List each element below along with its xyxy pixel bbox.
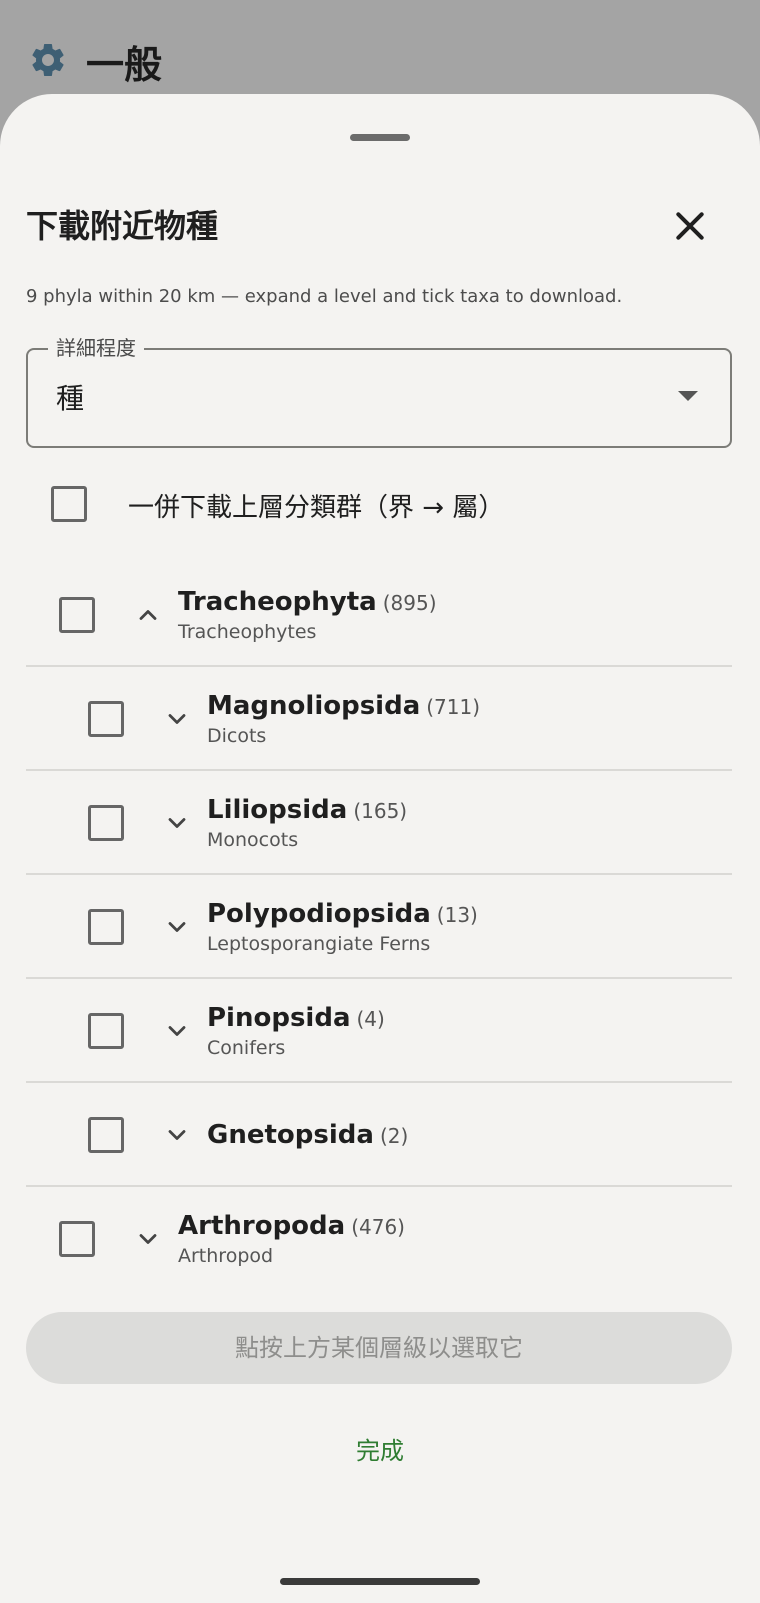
taxon-common-name: Monocots xyxy=(207,828,299,851)
taxon-common-name: Conifers xyxy=(207,1036,286,1059)
sheet-subtitle: 9 phyla within 20 km — expand a level an… xyxy=(26,286,623,307)
taxon-count: (165) xyxy=(353,798,408,823)
taxon-row-magnoliopsida[interactable]: Magnoliopsida (711) Dicots xyxy=(0,667,760,771)
drag-handle[interactable] xyxy=(350,134,410,141)
taxon-count: (895) xyxy=(382,590,437,615)
taxon-count: (4) xyxy=(356,1006,385,1031)
taxon-row-liliopsida[interactable]: Liliopsida (165) Monocots xyxy=(0,771,760,875)
chevron-down-icon[interactable] xyxy=(163,913,191,941)
taxon-scientific-name: Pinopsida xyxy=(207,1002,351,1033)
taxon-checkbox[interactable] xyxy=(59,1221,95,1257)
taxon-common-name: Arthropod xyxy=(178,1244,274,1267)
include-ancestors-checkbox[interactable] xyxy=(51,486,87,522)
sheet-title: 下載附近物種 xyxy=(26,207,219,245)
taxon-count: (711) xyxy=(426,694,481,719)
download-nearby-species-sheet: 下載附近物種 9 phyla within 20 km — expand a l… xyxy=(0,94,760,1603)
taxon-scientific-name: Liliopsida xyxy=(207,794,348,825)
taxon-common-name: Leptosporangiate Ferns xyxy=(207,932,431,955)
taxon-common-name: Tracheophytes xyxy=(178,620,317,643)
chevron-down-icon[interactable] xyxy=(163,1017,191,1045)
done-button[interactable]: 完成 xyxy=(0,1426,760,1476)
chevron-down-icon[interactable] xyxy=(163,705,191,733)
taxon-count: (13) xyxy=(436,902,478,927)
gear-icon xyxy=(32,43,64,76)
taxon-scientific-name: Polypodiopsida xyxy=(207,898,431,929)
detail-level-value: 種 xyxy=(56,382,85,415)
taxon-checkbox[interactable] xyxy=(88,701,124,737)
detail-level-dropdown[interactable]: 詳細程度 種 xyxy=(26,335,732,448)
close-icon[interactable] xyxy=(670,206,710,246)
taxon-row-gnetopsida[interactable]: Gnetopsida (2) xyxy=(0,1083,760,1187)
taxon-scientific-name: Tracheophyta xyxy=(178,586,377,617)
taxon-scientific-name: Magnoliopsida xyxy=(207,690,421,721)
taxon-common-name: Dicots xyxy=(207,724,267,747)
taxon-row-polypodiopsida[interactable]: Polypodiopsida (13) Leptosporangiate Fern… xyxy=(0,875,760,979)
chevron-down-icon[interactable] xyxy=(163,809,191,837)
chevron-down-icon[interactable] xyxy=(163,1121,191,1149)
include-ancestors-label: 一併下載上層分類群（界 → 屬） xyxy=(128,493,505,523)
taxon-checkbox[interactable] xyxy=(59,597,95,633)
taxon-checkbox[interactable] xyxy=(88,909,124,945)
chevron-up-icon[interactable] xyxy=(134,601,162,629)
taxon-row-pinopsida[interactable]: Pinopsida (4) Conifers xyxy=(0,979,760,1083)
taxon-row-tracheophyta[interactable]: Tracheophyta (895) Tracheophytes xyxy=(0,563,760,667)
dropdown-arrow-icon xyxy=(678,391,698,401)
select-level-hint-button[interactable]: 點按上方某個層級以選取它 xyxy=(26,1312,732,1384)
taxon-scientific-name: Arthropoda xyxy=(178,1210,346,1241)
taxon-checkbox[interactable] xyxy=(88,805,124,841)
taxon-count: (2) xyxy=(379,1123,409,1148)
taxon-row-arthropoda[interactable]: Arthropoda (476) Arthropod xyxy=(0,1187,760,1291)
gesture-home-bar[interactable] xyxy=(280,1578,480,1585)
chevron-down-icon[interactable] xyxy=(134,1225,162,1253)
taxon-scientific-name: Gnetopsida xyxy=(207,1119,374,1150)
taxon-checkbox[interactable] xyxy=(88,1117,124,1153)
background-page-title: 一般 xyxy=(86,43,163,87)
taxon-count: (476) xyxy=(351,1214,405,1239)
taxon-checkbox[interactable] xyxy=(88,1013,124,1049)
detail-level-label: 詳細程度 xyxy=(48,335,144,361)
